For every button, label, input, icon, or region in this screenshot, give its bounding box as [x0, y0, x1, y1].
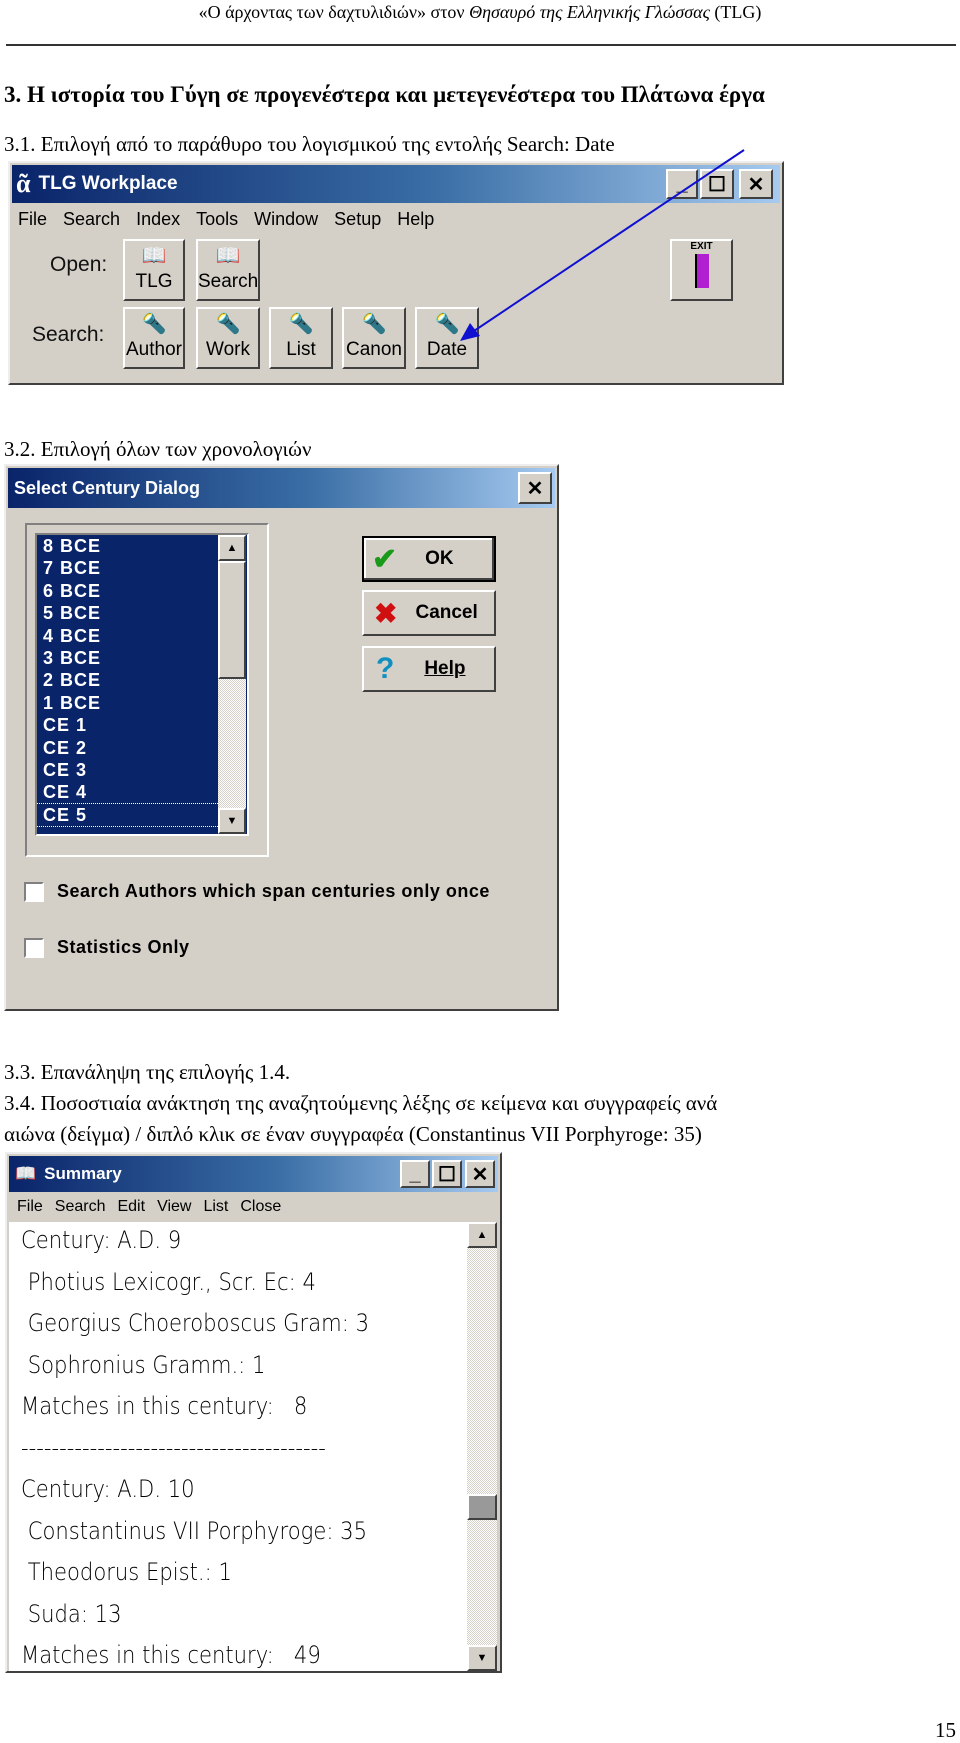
summary-line[interactable]: Georgius Choeroboscus Gram: 3 [21, 1309, 369, 1337]
century-item[interactable]: 3 BCE [37, 647, 247, 669]
scroll-thumb[interactable] [218, 561, 246, 679]
summary-content: Century: A.D. 9 Photius Lexicogr., Scr. … [9, 1222, 467, 1671]
summary-line[interactable]: Suda: 13 [21, 1600, 122, 1628]
title-bar: Select Century Dialog [8, 468, 555, 508]
scroll-up-button[interactable]: ▲ [218, 535, 246, 561]
dialog-title: Select Century Dialog [14, 477, 201, 498]
century-item[interactable]: 1 BCE [37, 692, 247, 714]
century-item[interactable]: 2 BCE [37, 669, 247, 691]
close-button[interactable]: ✕ [518, 472, 552, 504]
section-3-4-line2: αιώνα (δείγμα) / διπλό κλικ σε έναν συγγ… [4, 1122, 702, 1146]
select-century-dialog: Select Century Dialog ✕ 8 BCE 7 BCE 6 BCE 5… [4, 464, 559, 1011]
summary-line[interactable]: Photius Lexicogr., Scr. Ec: 4 [21, 1268, 316, 1296]
century-item[interactable]: 6 BCE [37, 580, 247, 602]
menu-view[interactable]: View [157, 1198, 191, 1216]
scroll-up-button[interactable]: ▲ [467, 1222, 497, 1248]
section-3-4-line1: 3.4. Ποσοστιαία ανάκτηση της αναζητούμεν… [4, 1091, 718, 1115]
annotation-arrow [460, 149, 745, 341]
summary-line[interactable]: Theodorus Epist.: 1 [21, 1558, 232, 1586]
century-item[interactable]: CE 3 [37, 759, 247, 781]
scroll-thumb[interactable] [467, 1494, 497, 1520]
listbox-scrollbar[interactable]: ▲ ▼ [218, 535, 246, 834]
summary-line[interactable]: Constantinus VII Porphyroge: 35 [21, 1517, 367, 1545]
maximize-button[interactable]: ☐ [432, 1160, 462, 1188]
menu-bar: File Search Edit View List Close [17, 1198, 281, 1216]
help-label: Help [424, 658, 466, 679]
summary-window: 📖 Summary _ ☐ ✕ File Search Edit View Lis… [5, 1152, 502, 1673]
help-button[interactable]: ? Help [362, 646, 496, 692]
century-item[interactable]: CE 2 [37, 737, 247, 759]
century-item[interactable]: 7 BCE [37, 557, 247, 579]
century-item[interactable]: CE 4 [37, 781, 247, 803]
minimize-button[interactable]: _ [400, 1160, 430, 1188]
summary-line[interactable]: Matches in this century: 8 [21, 1392, 307, 1420]
century-listbox[interactable]: 8 BCE 7 BCE 6 BCE 5 BCE 4 BCE 3 BCE 2 BCE 1 BCE… [35, 533, 249, 836]
summary-line[interactable]: Sophronius Gramm.: 1 [21, 1351, 266, 1379]
summary-line[interactable]: Matches in this century: 49 [21, 1641, 321, 1669]
statistics-only-label: Statistics Only [57, 937, 190, 957]
menu-close[interactable]: Close [240, 1198, 281, 1216]
century-item[interactable]: CE 5 [37, 802, 247, 828]
span-once-checkbox[interactable] [24, 882, 44, 902]
page-number: 15 [935, 1718, 956, 1742]
summary-line[interactable]: Century: A.D. 9 [21, 1226, 181, 1254]
section-3-3: 3.3. Επανάληψη της επιλογής 1.4. [4, 1060, 291, 1084]
summary-line[interactable]: ---------------------------------------- [21, 1434, 326, 1462]
close-button[interactable]: ✕ [465, 1160, 495, 1188]
summary-line[interactable]: Century: A.D. 10 [21, 1475, 195, 1503]
century-item[interactable]: 8 BCE [37, 535, 247, 557]
span-once-label: Search Authors which span centuries only… [57, 881, 490, 901]
question-icon: ? [376, 652, 395, 685]
x-icon: ✖ [374, 597, 398, 629]
scroll-down-button[interactable]: ▼ [467, 1645, 497, 1671]
century-item[interactable]: CE 1 [37, 714, 247, 736]
window-title: Summary [44, 1164, 122, 1183]
menu-search[interactable]: Search [55, 1198, 106, 1216]
check-icon: ✔ [372, 542, 398, 576]
scroll-down-button[interactable]: ▼ [218, 808, 246, 834]
section-3-2: 3.2. Επιλογή όλων των χρονολογιών [4, 437, 312, 461]
menu-list[interactable]: List [203, 1198, 228, 1216]
ok-label: OK [425, 548, 454, 569]
century-items: 8 BCE 7 BCE 6 BCE 5 BCE 4 BCE 3 BCE 2 BCE 1 BCE… [37, 535, 247, 828]
statistics-only-checkbox[interactable] [24, 938, 44, 958]
menu-file[interactable]: File [17, 1198, 43, 1216]
ok-button[interactable]: ✔ OK [362, 536, 496, 582]
century-item[interactable]: 5 BCE [37, 602, 247, 624]
menu-edit[interactable]: Edit [117, 1198, 145, 1216]
cancel-button[interactable]: ✖ Cancel [362, 590, 496, 636]
cancel-label: Cancel [415, 602, 478, 623]
century-item[interactable]: 4 BCE [37, 625, 247, 647]
book-icon: 📖 [15, 1164, 37, 1183]
summary-scrollbar[interactable]: ▲ ▼ [467, 1222, 497, 1671]
